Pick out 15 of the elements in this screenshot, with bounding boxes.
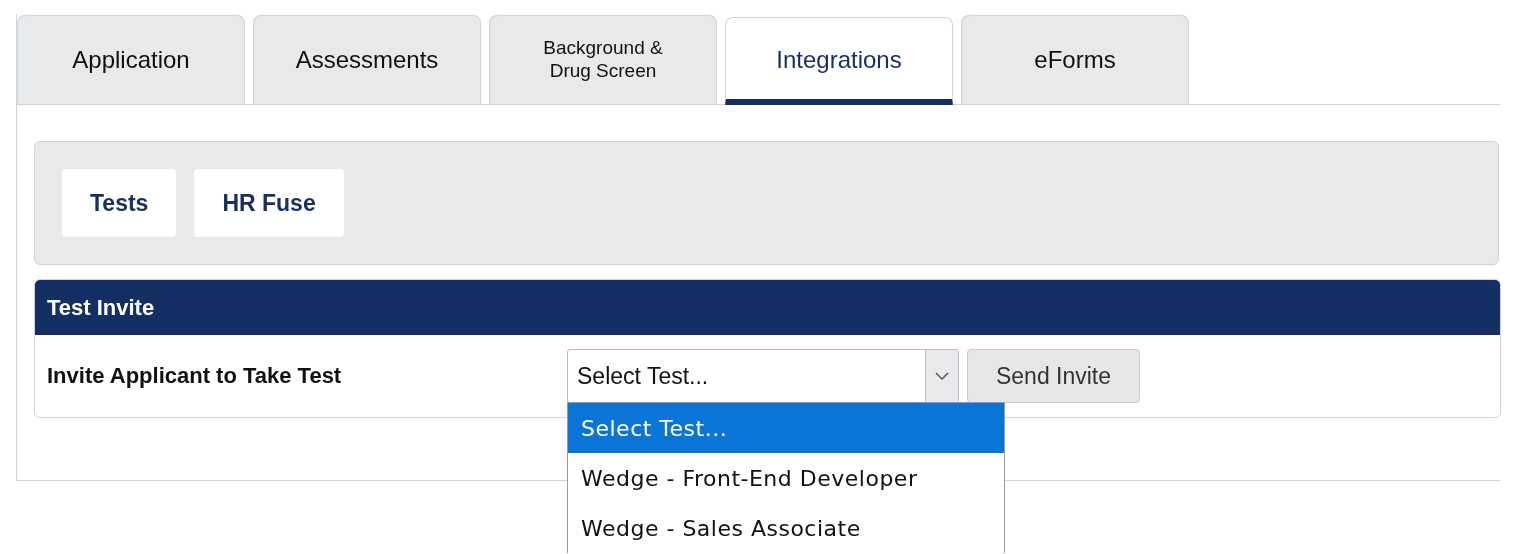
dropdown-option[interactable]: Wedge - Front-End Developer [568,453,1004,503]
test-select[interactable]: Select Test... [567,349,959,403]
dropdown-option[interactable]: Wedge - Sales Associate [568,503,1004,553]
send-invite-button[interactable]: Send Invite [967,349,1140,403]
tab[interactable]: Background & Drug Screen [489,15,717,104]
subnav-button[interactable]: HR Fuse [194,169,344,237]
dropdown-option[interactable]: Select Test... [568,403,1004,453]
tab[interactable]: eForms [961,15,1189,104]
tab[interactable]: Assessments [253,15,481,104]
chevron-down-icon [935,371,949,381]
subnav-button[interactable]: Tests [62,169,177,237]
tab[interactable]: Integrations [725,17,953,105]
tab[interactable]: Application [17,15,245,104]
field-label: Invite Applicant to Take Test [47,363,343,389]
section-title: Test Invite [47,294,155,321]
